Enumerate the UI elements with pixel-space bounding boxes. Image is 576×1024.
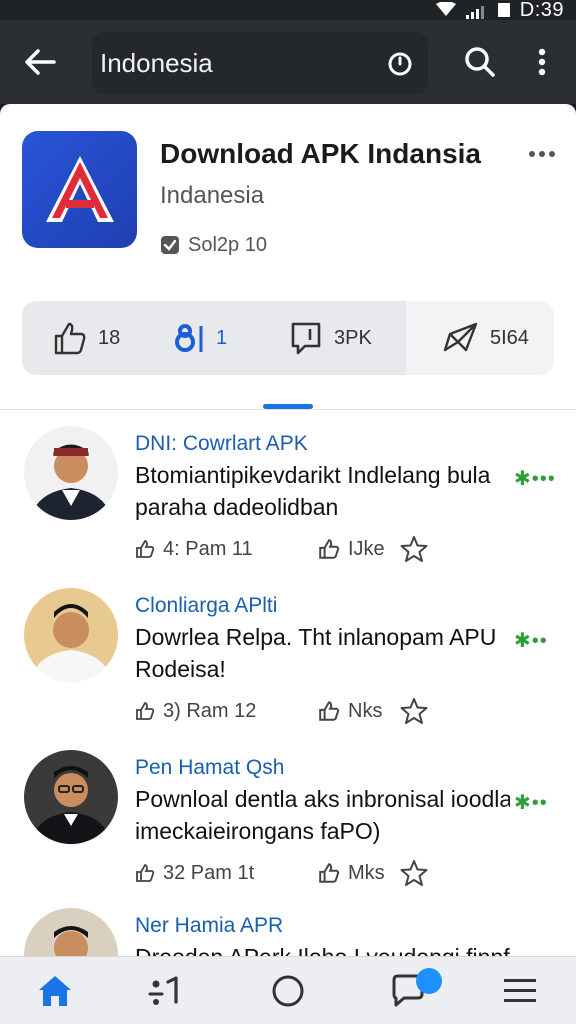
comment-icon: [291, 322, 321, 355]
avatar[interactable]: [24, 750, 118, 844]
battery-icon: [497, 3, 510, 17]
like-count: 18: [98, 326, 121, 349]
like-action[interactable]: 18: [52, 301, 120, 375]
share-action[interactable]: 5I64: [442, 301, 529, 375]
nav-home[interactable]: [33, 969, 77, 1013]
nav-menu[interactable]: [498, 969, 542, 1013]
stats-action[interactable]: 1: [174, 301, 227, 375]
avatar[interactable]: [24, 588, 118, 682]
app-logo-icon: [45, 155, 114, 222]
action-bar: 18 1 3PK 5I64: [22, 301, 554, 375]
comment-count: 3PK: [334, 326, 372, 349]
thumbs-up-icon: [319, 701, 340, 721]
list-item[interactable]: Clonliarga APlti Dowrlea Relpa. Tht inla…: [0, 588, 576, 750]
post-text-line-1: Pownloal dentla aks inbronisal ioodla: [135, 786, 510, 812]
more-dots-icon[interactable]: ✱•••: [514, 466, 556, 491]
star-icon[interactable]: [400, 535, 428, 563]
post-text-line-1: Btomiantipikevdarikt Indlelang bula: [135, 462, 491, 488]
post-author[interactable]: Clonliarga APlti: [135, 594, 277, 618]
more-horizontal-icon: [529, 151, 555, 157]
thumbs-up-icon: [54, 322, 86, 355]
timer-icon[interactable]: [386, 49, 414, 77]
post-stats: 32 Pam 1t: [135, 860, 254, 886]
top-app-bar: Indonesia: [0, 20, 576, 104]
arrow-left-icon: [25, 49, 56, 75]
thumbs-up-icon: [136, 702, 155, 720]
post-text-line-1: Dowrlea Relpa. Tht inlanopam APU: [135, 624, 497, 650]
nav-people[interactable]: [142, 969, 186, 1013]
divider: [0, 409, 576, 410]
post-stats: 4: Pam 11: [135, 536, 253, 562]
people-icon: [148, 976, 178, 1005]
post-stats-text: 3) Ram 12: [163, 699, 257, 722]
post-like-button[interactable]: Mks: [318, 860, 385, 886]
bar-icon: [175, 324, 203, 352]
thumbs-up-icon: [136, 864, 155, 882]
content-sheet: Download APK Indansia Indanesia Sol2p 10…: [0, 104, 576, 956]
post-like-button[interactable]: IJke: [318, 536, 385, 562]
bottom-navigation: [0, 956, 576, 1024]
notification-badge: [416, 968, 442, 994]
share-icon: [443, 322, 478, 352]
post-stats-text: 32 Pam 1t: [163, 861, 255, 884]
post-text-line-2: imeckaieirongans faPO): [135, 818, 381, 844]
status-bar: D:39: [0, 0, 576, 21]
back-button[interactable]: [18, 40, 62, 84]
circle-icon: [272, 975, 304, 1007]
list-item[interactable]: Ner Hamia APR Dreoden APerk Ilehe I veud…: [0, 908, 576, 956]
home-icon: [39, 976, 71, 1006]
overflow-menu-button[interactable]: [524, 40, 560, 84]
post-likes-text: IJke: [348, 537, 385, 560]
signal-icon: [465, 3, 488, 19]
post-author[interactable]: DNI: Cowrlart APK: [135, 432, 308, 456]
menu-icon: [504, 979, 536, 1002]
app-icon[interactable]: [22, 131, 137, 248]
app-meta-text: Sol2p 10: [188, 233, 267, 256]
stats-count: 1: [216, 326, 228, 349]
more-vertical-icon: [538, 48, 546, 76]
thumbs-up-icon: [136, 540, 155, 558]
star-icon[interactable]: [400, 697, 428, 725]
post-text-line-2: paraha dadeolidban: [135, 494, 339, 520]
wifi-icon: [435, 0, 456, 21]
post-likes-text: Nks: [348, 699, 383, 722]
share-count: 5I64: [490, 326, 529, 349]
search-button[interactable]: [458, 40, 502, 84]
post-likes-text: Mks: [348, 861, 385, 884]
post-like-button[interactable]: Nks: [318, 698, 382, 724]
app-meta: Sol2p 10: [160, 232, 267, 258]
post-author[interactable]: Pen Hamat Qsh: [135, 756, 284, 780]
app-subtitle: Indanesia: [160, 182, 265, 209]
thumbs-up-icon: [319, 863, 340, 883]
star-icon[interactable]: [400, 859, 428, 887]
thumbs-up-icon: [319, 539, 340, 559]
app-more-button[interactable]: [524, 142, 560, 166]
post-author[interactable]: Ner Hamia APR: [135, 914, 283, 938]
post-stats-text: 4: Pam 11: [163, 537, 253, 560]
more-dots-icon[interactable]: ✱••: [514, 628, 548, 653]
nav-circle[interactable]: [266, 969, 310, 1013]
status-time: D:39: [519, 0, 564, 21]
search-field[interactable]: Indonesia: [92, 32, 428, 94]
status-icons: D:39: [435, 0, 564, 21]
post-text-line-2: Rodeisa!: [135, 656, 226, 682]
post-stats: 3) Ram 12: [135, 698, 256, 724]
list-item[interactable]: Pen Hamat Qsh Pownloal dentla aks inbron…: [0, 750, 576, 912]
comment-action[interactable]: 3PK: [288, 301, 372, 375]
avatar[interactable]: [24, 908, 118, 956]
list-item[interactable]: DNI: Cowrlart APK Btomiantipikevdarikt I…: [0, 426, 576, 588]
avatar[interactable]: [24, 426, 118, 520]
post-text-line-1: Dreoden APerk Ilehe I veudengi finnfnie: [135, 944, 510, 956]
search-query: Indonesia: [100, 48, 213, 78]
verified-icon: [161, 236, 179, 254]
search-icon: [465, 47, 495, 77]
app-title: Download APK Indansia: [160, 138, 481, 169]
more-dots-icon[interactable]: ✱••: [514, 790, 548, 815]
